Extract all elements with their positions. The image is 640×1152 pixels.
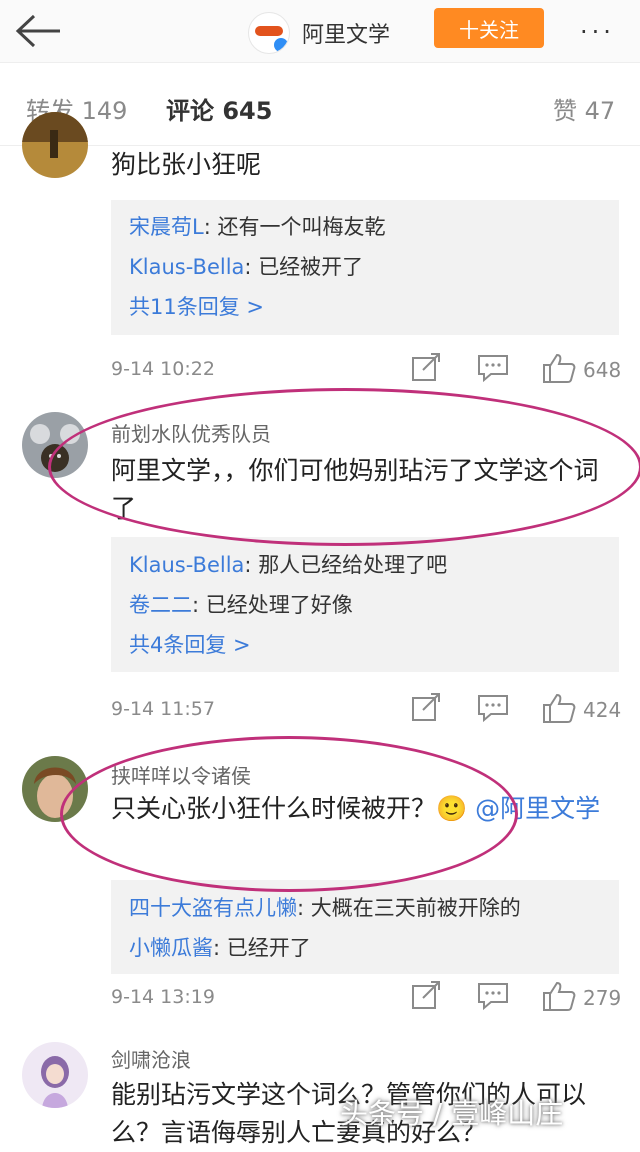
reply-item[interactable]: Klaus-Bella: 已经被开了: [129, 251, 363, 281]
replies-box[interactable]: 宋晨苟L: 还有一个叫梅友乾 Klaus-Bella: 已经被开了 共11条回复…: [111, 200, 619, 335]
timestamp: 9-14 13:19: [111, 986, 215, 1008]
tab-comments[interactable]: 评论 645: [166, 91, 272, 126]
back-arrow-icon[interactable]: [14, 14, 62, 48]
avatar[interactable]: [22, 412, 88, 478]
reply-author[interactable]: 宋晨苟L: [129, 215, 204, 239]
reply-item[interactable]: 四十大盗有点儿懒: 大概在三天前被开除的: [129, 892, 521, 922]
reply-item[interactable]: 宋晨苟L: 还有一个叫梅友乾: [129, 211, 385, 241]
reply-text: 已经被开了: [258, 255, 364, 279]
avatar[interactable]: [22, 756, 88, 822]
reply-text: 已经开了: [226, 936, 311, 960]
reply-text: 那人已经给处理了吧: [258, 553, 448, 577]
comment-meta: 9-14 13:19 279: [111, 978, 621, 1018]
account-header[interactable]: 阿里文学: [248, 12, 390, 54]
more-menu-icon[interactable]: ···: [580, 18, 615, 46]
follow-button[interactable]: 十关注: [434, 8, 544, 48]
mention-link[interactable]: @阿里文学: [475, 794, 600, 823]
reply-author[interactable]: Klaus-Bella: [129, 255, 244, 279]
share-icon[interactable]: [409, 692, 445, 724]
timestamp: 9-14 10:22: [111, 358, 215, 380]
comment-meta: 9-14 11:57 424: [111, 690, 621, 730]
more-replies-link[interactable]: 共4条回复 >: [129, 629, 251, 659]
replies-box[interactable]: Klaus-Bella: 那人已经给处理了吧 卷二二: 已经处理了好像 共4条回…: [111, 537, 619, 672]
top-bar: 阿里文学 十关注 ···: [0, 0, 640, 63]
reply-author[interactable]: 卷二二: [129, 593, 192, 617]
comment-meta: 9-14 10:22 648: [111, 350, 621, 390]
reply-author[interactable]: 小懒瓜酱: [129, 936, 213, 960]
verified-icon: [272, 36, 289, 53]
thumbs-up-icon[interactable]: [541, 980, 577, 1012]
comment-author[interactable]: 挟咩咩以令诸侯: [111, 760, 251, 789]
comment-icon[interactable]: [475, 980, 511, 1012]
reply-text: 大概在三天前被开除的: [310, 896, 521, 920]
reply-item[interactable]: Klaus-Bella: 那人已经给处理了吧: [129, 549, 447, 579]
avatar[interactable]: [22, 1042, 88, 1108]
comment-icon[interactable]: [475, 692, 511, 724]
share-icon[interactable]: [409, 980, 445, 1012]
reply-item[interactable]: 小懒瓜酱: 已经开了: [129, 932, 311, 962]
tab-likes[interactable]: 赞 47: [553, 91, 615, 126]
comment-author[interactable]: 剑啸沧浪: [111, 1044, 191, 1073]
more-replies-link[interactable]: 共11条回复 >: [129, 291, 264, 321]
comment-text: 只关心张小狂什么时候被开？🙂 @阿里文学: [111, 794, 601, 823]
share-icon[interactable]: [409, 352, 445, 384]
reply-text: 已经处理了好像: [205, 593, 353, 617]
reply-text: 还有一个叫梅友乾: [217, 215, 386, 239]
reply-item[interactable]: 卷二二: 已经处理了好像: [129, 589, 353, 619]
thumbs-up-icon[interactable]: [541, 692, 577, 724]
replies-box[interactable]: 四十大盗有点儿懒: 大概在三天前被开除的 小懒瓜酱: 已经开了: [111, 880, 619, 974]
comment-icon[interactable]: [475, 352, 511, 384]
reply-author[interactable]: Klaus-Bella: [129, 553, 244, 577]
avatar[interactable]: [22, 112, 88, 178]
like-count: 424: [583, 698, 622, 722]
timestamp: 9-14 11:57: [111, 698, 215, 720]
like-count: 648: [583, 358, 622, 382]
comment-text: 阿里文学，，你们可他妈别玷污了文学这个词了: [111, 456, 599, 523]
account-avatar[interactable]: [248, 12, 290, 54]
account-name[interactable]: 阿里文学: [302, 17, 390, 49]
thumbs-up-icon[interactable]: [541, 352, 577, 384]
reply-author[interactable]: 四十大盗有点儿懒: [129, 896, 297, 920]
tab-bar: 转发 149 评论 645 赞 47: [0, 63, 640, 146]
watermark: 头条号 / 壹峰山庄: [340, 1097, 564, 1130]
comment-text: 狗比张小狂呢: [111, 150, 262, 179]
like-count: 279: [583, 986, 622, 1010]
comment-author[interactable]: 前划水队优秀队员: [111, 418, 271, 447]
